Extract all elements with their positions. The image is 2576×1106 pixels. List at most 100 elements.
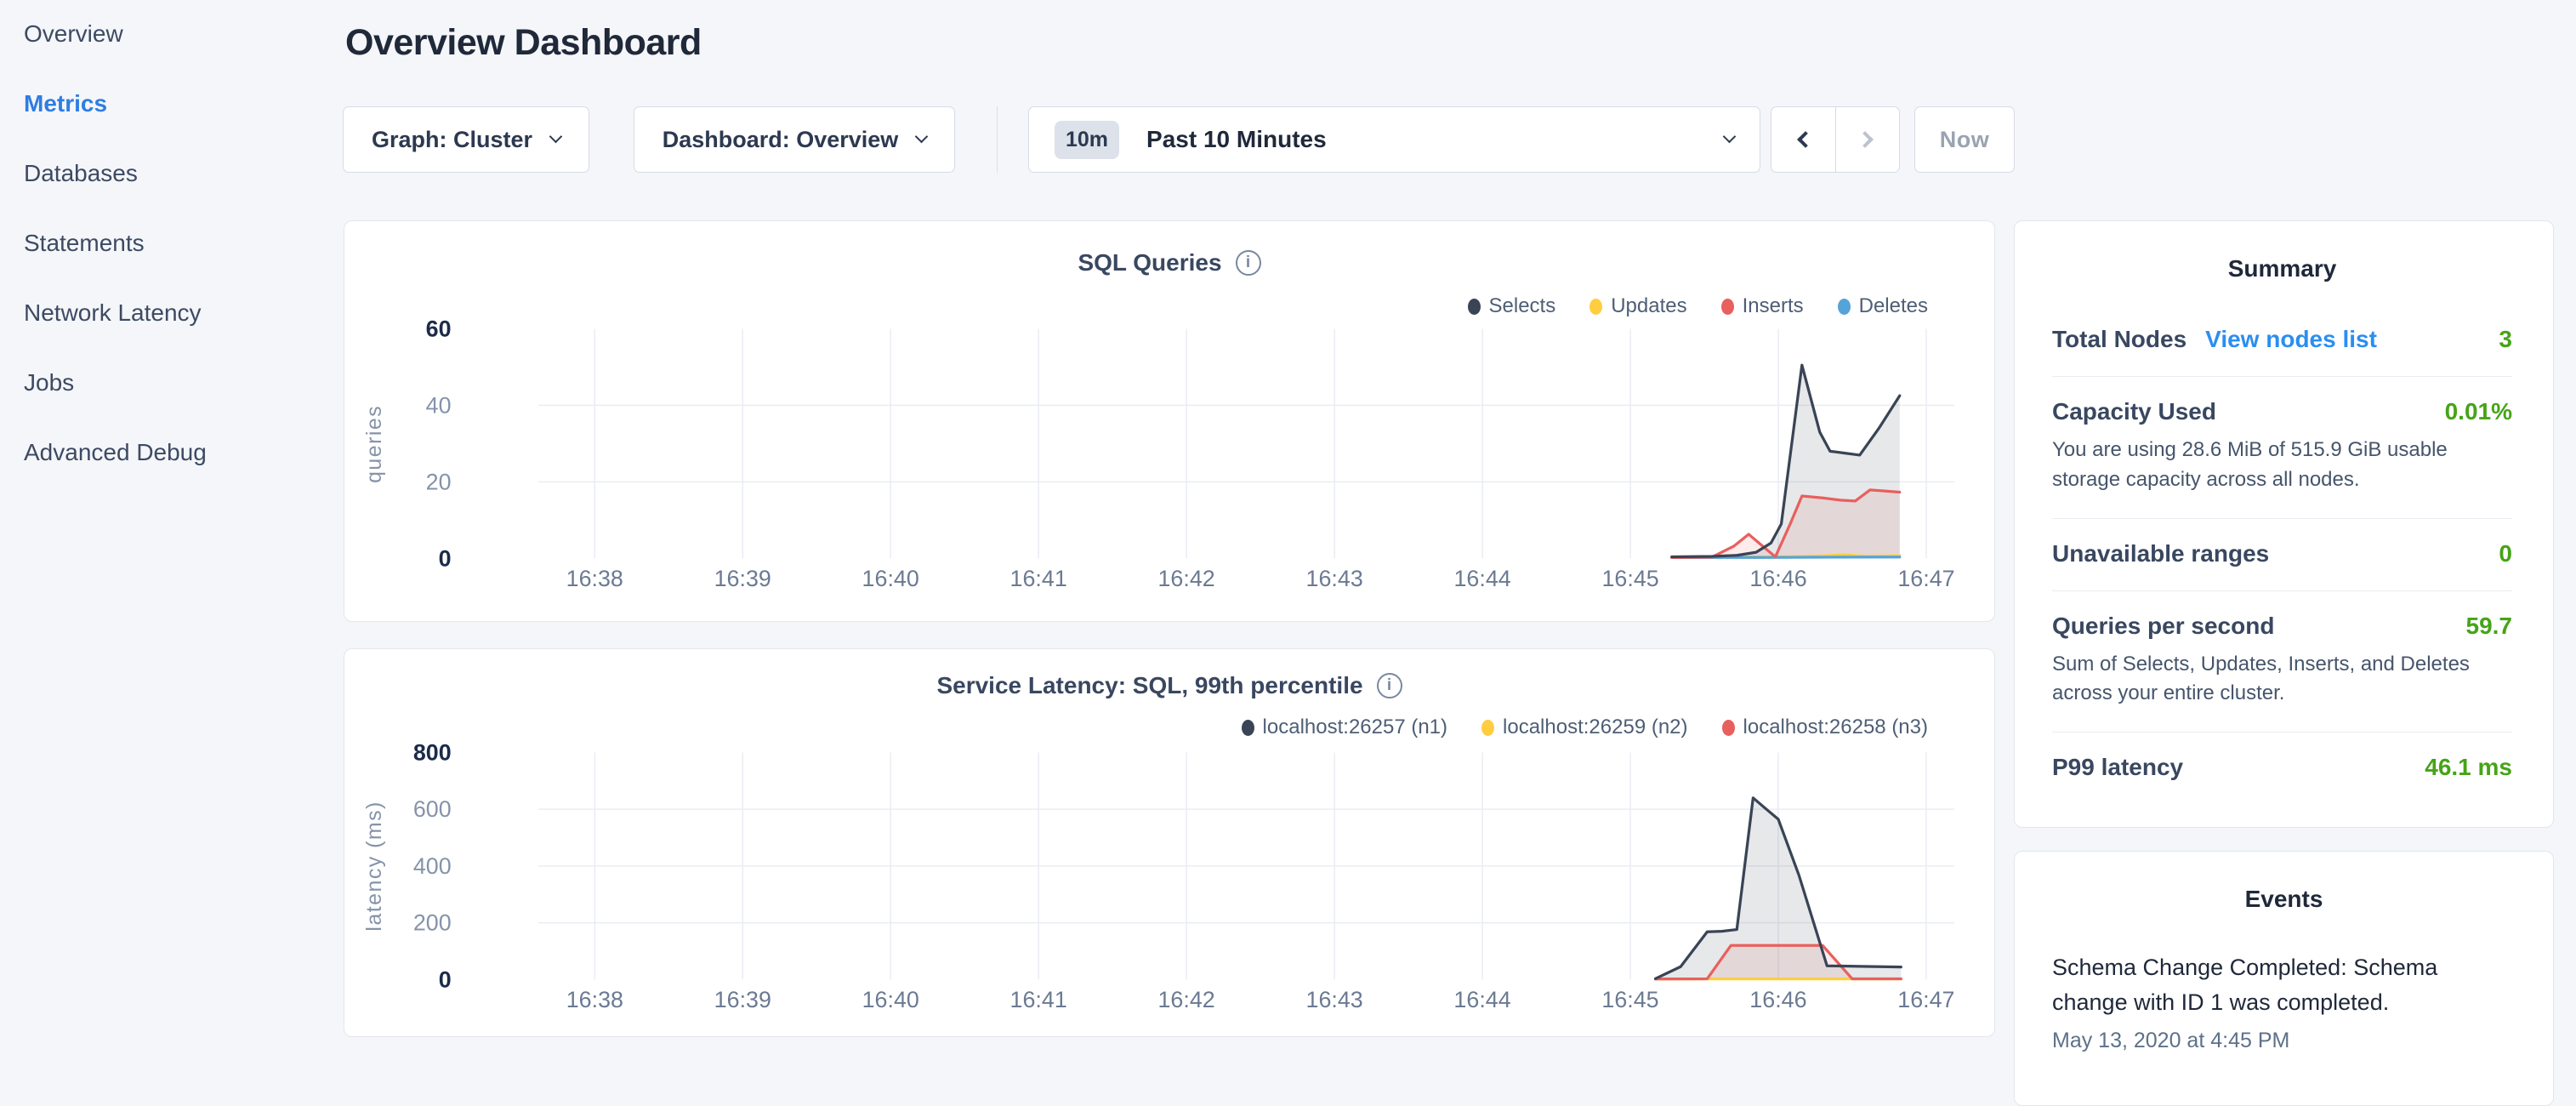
legend-dot-icon (1722, 720, 1735, 736)
chart-header: Service Latency: SQL, 99th percentile (344, 672, 1994, 699)
service-latency-chart[interactable]: 16:3816:3916:4016:4116:4216:4316:4416:45… (344, 649, 1994, 1036)
unavailable-ranges-row: Unavailable ranges 0 (2052, 519, 2512, 591)
chevron-left-icon (1797, 131, 1814, 148)
p99-latency-row: P99 latency 46.1 ms (2052, 733, 2512, 804)
controls-divider (997, 106, 998, 173)
svg-text:16:44: 16:44 (1454, 566, 1511, 591)
info-icon[interactable] (1377, 673, 1402, 698)
p99-latency-value: 46.1 ms (2425, 754, 2512, 781)
sidebar: Overview Metrics Databases Statements Ne… (0, 0, 344, 509)
p99-latency-label: P99 latency (2052, 754, 2183, 781)
info-icon[interactable] (1236, 250, 1261, 276)
legend-dot-icon (1838, 299, 1851, 315)
queries-per-second-desc: Sum of Selects, Updates, Inserts, and De… (2052, 650, 2512, 710)
sidebar-item-databases[interactable]: Databases (24, 160, 344, 187)
total-nodes-row: Total Nodes View nodes list 3 (2052, 305, 2512, 377)
svg-text:60: 60 (426, 316, 452, 341)
svg-text:16:38: 16:38 (566, 987, 623, 1012)
event-date: May 13, 2020 at 4:45 PM (2052, 1029, 2516, 1053)
svg-text:16:39: 16:39 (714, 566, 771, 591)
chevron-down-icon (549, 130, 563, 144)
unavailable-ranges-value: 0 (2499, 540, 2512, 567)
capacity-used-label: Capacity Used (2052, 398, 2216, 425)
queries-per-second-row: Queries per second 59.7 Sum of Selects, … (2052, 591, 2512, 733)
events-panel: Events Schema Change Completed: Schema c… (2014, 851, 2554, 1106)
now-button[interactable]: Now (1914, 106, 2015, 173)
time-prev-button[interactable] (1771, 107, 1836, 172)
sidebar-item-network-latency[interactable]: Network Latency (24, 299, 344, 327)
dashboard-dropdown-label: Dashboard: Overview (662, 127, 899, 153)
queries-per-second-label: Queries per second (2052, 613, 2274, 640)
sql-queries-panel: 16:38 16:39 16:40 16:41 16:42 16:43 16:44 16:45… (344, 220, 1995, 622)
chart-title: Service Latency: SQL, 99th percentile (936, 672, 1362, 699)
chart-legend: localhost:26257 (n1) localhost:26259 (n2)… (1242, 715, 1928, 739)
svg-text:40: 40 (426, 392, 452, 418)
svg-text:16:47: 16:47 (1897, 987, 1954, 1012)
svg-text:latency (ms): latency (ms) (362, 801, 386, 931)
page-title: Overview Dashboard (345, 22, 702, 64)
svg-text:16:46: 16:46 (1749, 566, 1806, 591)
capacity-used-desc: You are using 28.6 MiB of 515.9 GiB usab… (2052, 436, 2512, 495)
graph-dropdown-label: Graph: Cluster (372, 127, 532, 153)
svg-text:16:41: 16:41 (1010, 566, 1067, 591)
graph-dropdown[interactable]: Graph: Cluster (343, 106, 589, 173)
svg-text:queries: queries (362, 405, 386, 483)
time-range-label: Past 10 Minutes (1146, 126, 1697, 153)
svg-text:16:39: 16:39 (714, 987, 771, 1012)
queries-per-second-value: 59.7 (2466, 613, 2513, 640)
svg-text:16:45: 16:45 (1601, 566, 1658, 591)
chevron-right-icon (1857, 131, 1874, 148)
chart-legend: SelectsUpdatesInsertsDeletes (1468, 294, 1929, 318)
svg-text:16:43: 16:43 (1306, 987, 1363, 1012)
legend-item: Inserts (1721, 294, 1804, 318)
svg-text:800: 800 (413, 739, 452, 765)
svg-text:400: 400 (413, 853, 452, 879)
svg-text:16:43: 16:43 (1306, 566, 1363, 591)
chart-header: SQL Queries (344, 249, 1994, 276)
service-latency-panel: 16:3816:3916:4016:4116:4216:4316:4416:45… (344, 648, 1995, 1037)
svg-text:0: 0 (439, 545, 452, 571)
time-range-badge: 10m (1055, 121, 1119, 159)
time-pager (1771, 106, 1900, 173)
sidebar-item-statements[interactable]: Statements (24, 230, 344, 257)
total-nodes-label: Total Nodes (2052, 326, 2186, 353)
total-nodes-value: 3 (2499, 326, 2512, 353)
view-nodes-list-link[interactable]: View nodes list (2205, 326, 2377, 353)
sidebar-item-overview[interactable]: Overview (24, 20, 344, 48)
legend-dot-icon (1721, 299, 1734, 315)
legend-item: localhost:26257 (n1) (1242, 715, 1447, 739)
chevron-down-icon (1723, 130, 1737, 144)
legend-item: localhost:26259 (n2) (1481, 715, 1687, 739)
sidebar-item-jobs[interactable]: Jobs (24, 369, 344, 396)
svg-text:0: 0 (439, 966, 452, 992)
sidebar-item-metrics[interactable]: Metrics (24, 90, 344, 117)
summary-title: Summary (2052, 255, 2512, 282)
time-next-button[interactable] (1836, 107, 1900, 172)
event-message: Schema Change Completed: Schema change w… (2052, 950, 2460, 1020)
sql-queries-chart[interactable]: 16:38 16:39 16:40 16:41 16:42 16:43 16:44 16:45… (344, 221, 1994, 621)
svg-text:16:38: 16:38 (566, 566, 623, 591)
svg-text:16:42: 16:42 (1157, 987, 1214, 1012)
chevron-down-icon (915, 130, 929, 144)
svg-text:16:40: 16:40 (862, 987, 919, 1012)
svg-text:16:47: 16:47 (1897, 566, 1954, 591)
sidebar-item-advanced-debug[interactable]: Advanced Debug (24, 439, 344, 466)
svg-text:16:42: 16:42 (1157, 566, 1214, 591)
svg-text:20: 20 (426, 469, 452, 494)
legend-dot-icon (1468, 299, 1481, 315)
svg-text:600: 600 (413, 796, 452, 822)
svg-text:16:46: 16:46 (1749, 987, 1806, 1012)
svg-text:16:44: 16:44 (1453, 987, 1510, 1012)
dashboard-dropdown[interactable]: Dashboard: Overview (634, 106, 955, 173)
svg-text:16:45: 16:45 (1601, 987, 1658, 1012)
legend-dot-icon (1242, 720, 1254, 736)
legend-dot-icon (1481, 720, 1494, 736)
chart-title: SQL Queries (1078, 249, 1221, 276)
time-range-picker[interactable]: 10m Past 10 Minutes (1028, 106, 1760, 173)
legend-item: Updates (1589, 294, 1686, 318)
svg-text:200: 200 (413, 910, 452, 936)
svg-text:16:40: 16:40 (862, 566, 919, 591)
legend-dot-icon (1589, 299, 1602, 315)
capacity-used-value: 0.01% (2445, 398, 2512, 425)
summary-panel: Summary Total Nodes View nodes list 3 Ca… (2014, 220, 2554, 828)
